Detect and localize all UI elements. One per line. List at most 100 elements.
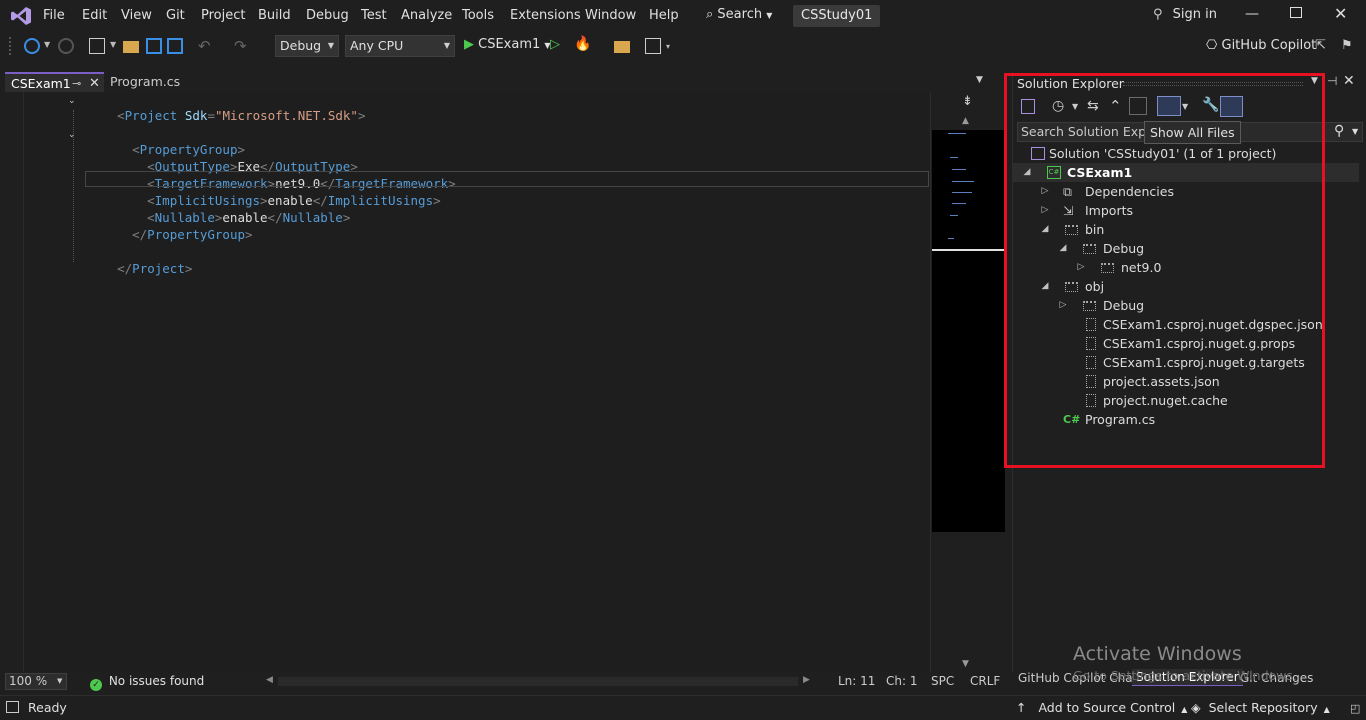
close-tab-icon[interactable]: ✕ (89, 74, 100, 94)
menu-analyze[interactable]: Analyze (401, 8, 452, 23)
chevron-down-icon: ▼ (57, 677, 63, 685)
menu-project[interactable]: Project (201, 8, 245, 23)
activate-windows-subtitle: Go to Settings to activate Windows. (1073, 668, 1297, 683)
zoom-select[interactable]: 100 % ▼ (5, 673, 67, 690)
solution-platform-select[interactable]: Any CPU ▼ (345, 35, 455, 57)
feedback-icon[interactable]: ⚑ (1341, 38, 1353, 53)
save-all-icon[interactable] (167, 38, 183, 54)
minimize-icon[interactable]: — (1245, 6, 1259, 22)
open-folder-icon[interactable] (123, 41, 139, 53)
menu-window[interactable]: Window (585, 8, 636, 23)
tag-name: Project (124, 108, 178, 123)
menu-file[interactable]: File (43, 8, 65, 23)
menu-test[interactable]: Test (361, 8, 387, 23)
line-indicator[interactable]: Ln: 11 (838, 674, 875, 689)
redo-icon[interactable]: ↷ (234, 37, 247, 55)
menu-help[interactable]: Help (649, 8, 679, 23)
minimap-line (950, 157, 958, 158)
issues-indicator[interactable]: ✓ No issues found (90, 674, 204, 691)
scroll-up-icon[interactable]: ▲ (962, 116, 969, 126)
tag-name: Project (132, 261, 185, 276)
visual-studio-logo-icon[interactable] (10, 6, 32, 26)
menu-tools[interactable]: Tools (462, 8, 494, 23)
toolbar-grip[interactable] (9, 37, 12, 55)
share-icon[interactable]: ⇱ (1315, 38, 1326, 53)
solution-configuration-select[interactable]: Debug ▼ (275, 35, 339, 57)
code-line-10: </Project> (117, 261, 193, 276)
undo-icon[interactable]: ↶ (198, 37, 211, 55)
hot-reload-icon[interactable]: 🔥 (574, 36, 591, 52)
close-panel-icon[interactable]: ✕ (1343, 73, 1355, 89)
menu-debug[interactable]: Debug (306, 8, 349, 23)
whitespace-indicator[interactable]: SPC (931, 674, 954, 689)
column-indicator[interactable]: Ch: 1 (886, 674, 917, 689)
status-ready: Ready (28, 700, 67, 715)
scroll-down-icon[interactable]: ▼ (962, 659, 969, 669)
start-target-label: CSExam1 (478, 37, 541, 52)
tab-list-dropdown-icon[interactable]: ▼ (976, 75, 983, 85)
output-window-icon[interactable] (6, 701, 19, 713)
add-to-source-control-button[interactable]: ↑ Add to Source Control ▲ (1016, 700, 1187, 715)
tab-program-cs[interactable]: Program.cs (104, 72, 212, 92)
horizontal-scrollbar[interactable] (278, 677, 798, 686)
play-icon: ▶ (464, 37, 474, 52)
chevron-down-icon: ▼ (443, 41, 450, 50)
chevron-down-icon[interactable]: ▼ (1352, 127, 1358, 136)
navigate-forward-icon[interactable] (58, 38, 74, 54)
search-icon[interactable]: ⚲ (1334, 123, 1344, 139)
start-debugging-button[interactable]: ▶ CSExam1 ▼ (464, 37, 551, 52)
repository-icon: ◈ (1191, 700, 1201, 715)
save-icon[interactable] (146, 38, 162, 54)
map-scrollbar[interactable]: ⇟ ▲ ▼ (930, 92, 1005, 672)
document-tab-bar: CSExam1 ⊸ ✕ Program.cs ▼ (0, 70, 1000, 92)
collapse-icon[interactable]: ⌄ (68, 96, 76, 106)
tab-label: CSExam1 (11, 76, 71, 91)
minimap-line (952, 181, 974, 182)
editor-status-strip: 100 % ▼ ✓ No issues found ◀ ▶ Ln: 11 Ch:… (0, 673, 1010, 691)
menu-extensions[interactable]: Extensions (510, 8, 581, 23)
start-without-debugging-icon[interactable]: ▷ (550, 37, 560, 52)
configuration-value: Debug (280, 38, 322, 53)
chevron-down-icon[interactable]: ▼ (44, 40, 50, 49)
github-copilot-button[interactable]: ⎔ GitHub Copilot (1206, 38, 1316, 53)
notifications-icon[interactable]: ◰ (1350, 702, 1360, 715)
menu-build[interactable]: Build (258, 8, 291, 23)
solution-name-badge[interactable]: CSStudy01 (793, 5, 881, 27)
chevron-down-icon: ▼ (327, 41, 334, 50)
new-project-icon[interactable] (89, 38, 105, 54)
sign-in-label: Sign in (1172, 7, 1218, 22)
close-window-icon[interactable]: ✕ (1334, 4, 1347, 23)
code-minimap[interactable] (932, 130, 1005, 532)
menu-view[interactable]: View (121, 8, 152, 23)
search-label: Search (717, 7, 763, 22)
minimap-line (948, 133, 966, 134)
toolbar-overflow-icon[interactable]: ▾ (666, 42, 670, 51)
chevron-down-icon[interactable]: ▼ (110, 40, 116, 49)
select-repository-button[interactable]: ◈ Select Repository ▲ (1191, 700, 1330, 715)
current-line-highlight (85, 171, 929, 187)
editor-gutter (0, 92, 24, 672)
zoom-value: 100 % (9, 674, 48, 688)
solution-folder-icon[interactable] (614, 41, 630, 53)
restore-icon[interactable] (1290, 7, 1302, 18)
pin-icon[interactable]: ⊣ (1327, 74, 1337, 88)
source-control-label: Add to Source Control (1038, 700, 1176, 715)
chevron-up-icon: ▲ (1181, 705, 1188, 714)
sign-in-button[interactable]: ⚲ Sign in (1153, 7, 1217, 22)
scroll-right-icon[interactable]: ▶ (803, 675, 810, 685)
line-ending-indicator[interactable]: CRLF (970, 674, 1000, 689)
tab-csexam1[interactable]: CSExam1 ⊸ ✕ (5, 72, 104, 92)
copilot-icon: ⎔ (1206, 38, 1218, 53)
menu-git[interactable]: Git (166, 8, 185, 23)
layout-icon[interactable] (645, 38, 661, 54)
search-button[interactable]: ⌕ Search ▼ (706, 7, 772, 22)
menu-edit[interactable]: Edit (82, 8, 107, 23)
split-editor-icon[interactable]: ⇟ (962, 94, 973, 109)
search-icon: ⌕ (706, 7, 714, 22)
collapse-icon[interactable]: ⌄ (68, 130, 76, 140)
scroll-left-icon[interactable]: ◀ (266, 675, 273, 685)
issues-label: No issues found (108, 674, 205, 688)
chevron-down-icon: ▼ (766, 11, 773, 20)
pin-icon[interactable]: ⊸ (72, 74, 81, 94)
navigate-back-icon[interactable] (24, 38, 40, 54)
